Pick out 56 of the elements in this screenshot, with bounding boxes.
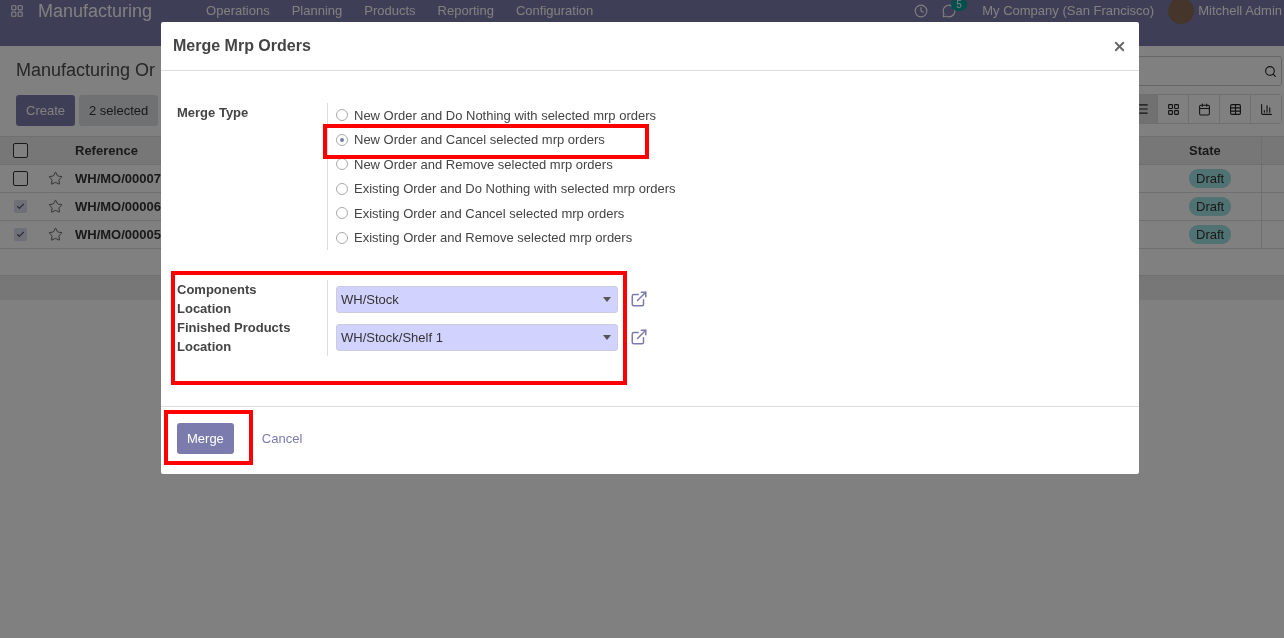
table-cell-text: WH/MO/00007 bbox=[74, 171, 161, 186]
breadcrumb: Manufacturing Or bbox=[16, 60, 157, 81]
checkbox[interactable] bbox=[13, 200, 27, 213]
field-label: Merge Type bbox=[177, 104, 250, 122]
kanban-view-icon bbox=[1166, 102, 1180, 116]
menu-item[interactable]: Products bbox=[364, 3, 416, 18]
state-tag: Draft bbox=[1189, 225, 1232, 244]
checkbox[interactable] bbox=[12, 171, 28, 186]
check-icon bbox=[15, 202, 25, 211]
merge-button[interactable]: Merge bbox=[177, 423, 234, 454]
menu-item[interactable]: Operations bbox=[206, 3, 270, 18]
radio-label[interactable]: Existing Order and Do Nothing with selected mrp orders bbox=[354, 181, 676, 197]
external-link-icon[interactable] bbox=[630, 290, 648, 308]
app-name: Manufacturing bbox=[38, 0, 153, 21]
select-field[interactable]: WH/Stock/Shelf 1 bbox=[336, 323, 618, 351]
create-button[interactable]: Create bbox=[16, 95, 76, 126]
pivot-view-icon bbox=[1228, 102, 1242, 116]
radio-label[interactable]: Existing Order and Cancel selected mrp orders bbox=[354, 205, 625, 221]
checkbox[interactable] bbox=[12, 143, 28, 158]
field-label: Finished Products Location bbox=[177, 319, 292, 356]
cancel-link[interactable]: Cancel bbox=[261, 431, 303, 446]
view-button[interactable] bbox=[1250, 95, 1281, 123]
table-cell-text: WH/MO/00006 bbox=[74, 199, 161, 214]
radio-label[interactable]: New Order and Do Nothing with selected mrp orders bbox=[354, 107, 657, 123]
state-tag: Draft bbox=[1189, 169, 1232, 188]
apps-menu-icon[interactable] bbox=[10, 3, 24, 18]
column-header[interactable]: State bbox=[1184, 143, 1261, 158]
select-field[interactable]: WH/Stock bbox=[336, 285, 618, 313]
menu-item[interactable]: Planning bbox=[291, 3, 343, 18]
search-icon bbox=[1264, 64, 1277, 78]
star-icon[interactable] bbox=[47, 227, 63, 242]
user-name[interactable]: Mitchell Admin bbox=[1198, 3, 1282, 18]
checkbox[interactable] bbox=[13, 228, 27, 241]
calendar-view-icon bbox=[1197, 102, 1211, 116]
clock-icon[interactable] bbox=[914, 3, 929, 18]
graph-view-icon bbox=[1259, 102, 1273, 116]
dialog-title: Merge Mrp Orders bbox=[173, 37, 311, 55]
message-count: 5 bbox=[951, 0, 967, 11]
radio-label[interactable]: New Order and Cancel selected mrp orders bbox=[354, 132, 605, 148]
selection-button[interactable]: 2 selected bbox=[79, 95, 159, 126]
caret-icon bbox=[603, 296, 611, 302]
radio-label[interactable]: Existing Order and Remove selected mrp orders bbox=[354, 230, 633, 246]
company-name[interactable]: My Company (San Francisco) bbox=[982, 3, 1155, 18]
radio-label[interactable]: New Order and Remove selected mrp orders bbox=[354, 156, 613, 172]
star-icon[interactable] bbox=[47, 171, 63, 186]
caret-icon bbox=[603, 334, 611, 340]
state-tag: Draft bbox=[1189, 197, 1232, 216]
chat-icon[interactable] bbox=[942, 3, 957, 18]
check-icon bbox=[15, 230, 25, 239]
external-link-icon[interactable] bbox=[630, 328, 648, 346]
star-icon[interactable] bbox=[47, 199, 63, 214]
menu-item[interactable]: Configuration bbox=[515, 3, 594, 18]
field-label: Components Location bbox=[177, 281, 258, 318]
menu-item[interactable]: Reporting bbox=[437, 3, 494, 18]
table-cell-text: WH/MO/00005 bbox=[74, 227, 161, 242]
column-header[interactable]: Reference bbox=[70, 143, 161, 158]
